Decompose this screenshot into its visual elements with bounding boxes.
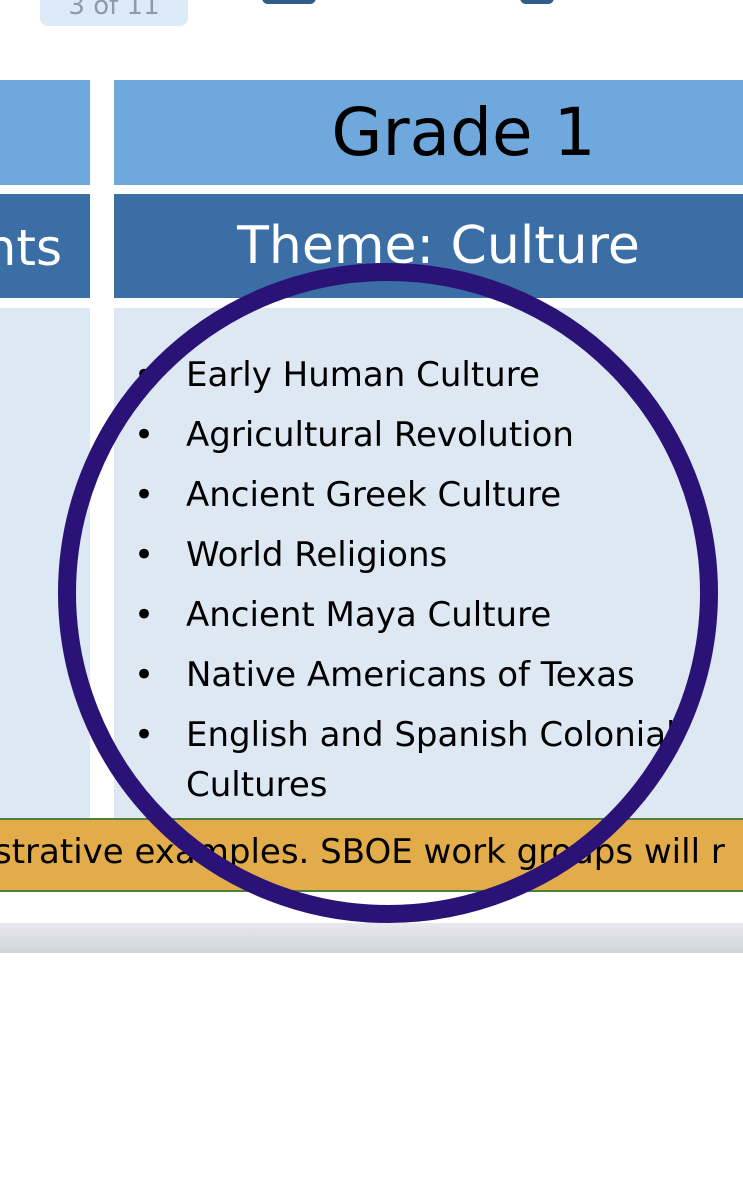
slide-title-fragment (262, 0, 316, 4)
list-item: • Ancient Maya Culture (134, 590, 734, 640)
list-item: • Early Human Culture (134, 350, 734, 400)
left-column-theme-text: nts (0, 219, 62, 277)
list-item: • World Religions (134, 530, 734, 580)
left-column-body (0, 308, 90, 818)
bullet-icon: • (134, 715, 155, 755)
bullet-icon: • (134, 655, 155, 695)
footer-note-text: strative examples. SBOE work groups will… (0, 832, 725, 872)
bullet-icon: • (134, 355, 155, 395)
slide-title-fragment (520, 0, 554, 4)
top-strip: 3 of 11 (0, 0, 743, 28)
bullet-icon: • (134, 475, 155, 515)
theme-title: Theme: Culture (237, 216, 640, 276)
list-item: • Ancient Greek Culture (134, 470, 734, 520)
bullet-icon: • (134, 535, 155, 575)
list-item: • Agricultural Revolution (134, 410, 734, 460)
grade-topics-box: • Early Human Culture • Agricultural Revol… (114, 308, 743, 818)
grade-title: Grade 1 (331, 94, 596, 171)
grade-header: Grade 1 (114, 80, 743, 185)
theme-header: Theme: Culture (114, 194, 743, 298)
footer-note-bar: strative examples. SBOE work groups will… (0, 818, 743, 892)
slide-content: nts Grade 1 Theme: Culture • Early Human … (0, 28, 743, 923)
horizontal-scrollbar[interactable] (0, 923, 743, 953)
list-item: • Native Americans of Texas (134, 650, 734, 700)
bullet-icon: • (134, 415, 155, 455)
list-item: • English and Spanish Colonial Cultures (134, 710, 734, 810)
page-indicator-badge: 3 of 11 (40, 0, 188, 26)
left-column-theme: nts (0, 194, 90, 298)
topic-list: • Early Human Culture • Agricultural Revol… (134, 350, 734, 820)
left-column-header (0, 80, 90, 185)
bullet-icon: • (134, 595, 155, 635)
